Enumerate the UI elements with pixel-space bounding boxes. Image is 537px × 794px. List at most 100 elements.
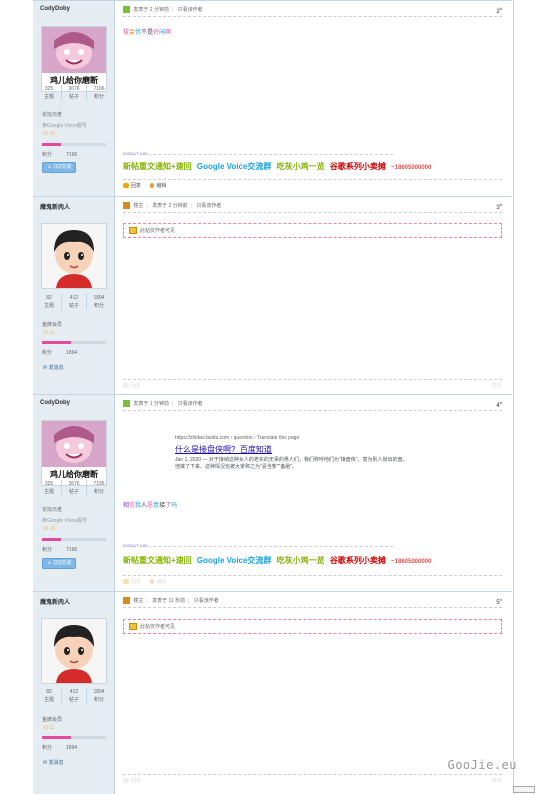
report-link[interactable]: 举报 bbox=[492, 380, 502, 393]
user-group[interactable]: 论坛元老 bbox=[42, 111, 62, 118]
report-link[interactable]: 举报 bbox=[492, 775, 502, 788]
avatar[interactable]: 鸡儿给你磨断 bbox=[41, 26, 107, 92]
stat-credits[interactable]: 7196 积分 bbox=[87, 480, 111, 496]
username-link[interactable]: CodyDoby bbox=[40, 400, 70, 406]
stat-credits[interactable]: 1894 积分 bbox=[87, 688, 111, 704]
stat-threads[interactable]: 82 主题 bbox=[37, 294, 62, 310]
signature-link[interactable]: 吃灰小鸡一览 bbox=[277, 162, 325, 171]
post-floor-5: 魔鬼新肉人 82 主题 412 帖子 1894 积分 金牌会员 ☺♨ 积分 1894 ✉… bbox=[33, 591, 512, 794]
stat-posts[interactable]: 3676 帖子 bbox=[62, 480, 87, 496]
signature-divider: 2022/1/7 0:00 bbox=[123, 151, 393, 156]
search-result-url[interactable]: https://zhidao.baidu.com › question › Tr… bbox=[175, 435, 410, 441]
stat-posts[interactable]: 3676 帖子 bbox=[62, 85, 87, 101]
signature-phone: ~18605000000 bbox=[391, 165, 432, 171]
post-actions: 回复 编辑 bbox=[123, 179, 502, 193]
post-actions: 回复 举报 bbox=[123, 379, 502, 393]
edit-button[interactable]: 编辑 bbox=[150, 183, 166, 189]
stat-credits[interactable]: 7196 积分 bbox=[87, 85, 111, 101]
stat-posts[interactable]: 412 帖子 bbox=[62, 294, 87, 310]
signature-links: 新帖重文通知+速回 Google Voice交流群 吃灰小鸡一览 谷歌系列小卖摊… bbox=[123, 161, 434, 172]
medal-icon: ☺♨ bbox=[42, 329, 56, 336]
medal-icon: ☺☺ bbox=[42, 130, 57, 137]
user-stats: 325 主题 3676 帖子 7196 积分 bbox=[37, 85, 111, 101]
reply-button[interactable]: 回复 bbox=[123, 383, 141, 389]
credit-progress-bar bbox=[42, 736, 106, 739]
stat-credits[interactable]: 1894 积分 bbox=[87, 294, 111, 310]
reply-button[interactable]: 回复 bbox=[123, 778, 141, 784]
post-floor-2: CodyDoby 鸡儿给你磨断 325 主题 3676 帖子 7196 积分 论坛元老… bbox=[33, 0, 512, 197]
signature-link[interactable]: Google Voice交流群 bbox=[197, 162, 272, 171]
user-sidebar: CodyDoby 鸡儿给你磨断 325 主题 3676 帖子 7196 积分 论坛元老… bbox=[33, 395, 115, 592]
edit-icon bbox=[150, 579, 155, 585]
signature-divider: 2022/1/7 0:00 bbox=[123, 543, 393, 548]
user-sidebar: 魔鬼新肉人 82 主题 412 帖子 1894 积分 金牌会员 ☺♨ 积分 1894 ✉… bbox=[33, 197, 115, 395]
host-icon bbox=[123, 202, 130, 210]
qq-chat-button[interactable]: ☺ QQ交谈 bbox=[42, 162, 77, 173]
reply-button[interactable]: 回复 bbox=[123, 579, 141, 585]
only-author-link[interactable]: 只看该作者 bbox=[178, 401, 203, 407]
post-time: 发表于 1 分钟前 bbox=[133, 401, 169, 407]
floor-number[interactable]: 2# bbox=[496, 6, 502, 15]
user-custom-title: 卖Google Voice靓号 bbox=[42, 123, 87, 129]
host-label: 楼主 bbox=[133, 203, 144, 209]
send-message-link[interactable]: ✉ 发消息 bbox=[43, 759, 64, 766]
stat-posts[interactable]: 412 帖子 bbox=[62, 688, 87, 704]
signature-link[interactable]: 谷歌系列小卖摊 bbox=[330, 556, 386, 565]
only-author-link[interactable]: 只看该作者 bbox=[194, 598, 219, 604]
only-author-link[interactable]: 只看该作者 bbox=[178, 7, 203, 13]
stat-threads[interactable]: 325 主题 bbox=[37, 480, 62, 496]
post-content-area: 发表于 1 分钟前 | 只看该作者 4# https://zhidao.baidu… bbox=[115, 395, 512, 592]
user-stats: 325 主题 3676 帖子 7196 积分 bbox=[37, 480, 111, 496]
signature-phone: ~18605000000 bbox=[391, 559, 432, 565]
reply-icon bbox=[123, 183, 129, 189]
avatar[interactable] bbox=[41, 618, 107, 684]
user-group[interactable]: 金牌会员 bbox=[42, 716, 62, 723]
send-message-link[interactable]: ✉ 发消息 bbox=[43, 364, 64, 371]
post-body: 拔会伏不是好闲啊 bbox=[123, 30, 172, 36]
post-meta: 发表于 1 分钟前 | 只看该作者 4# bbox=[123, 400, 502, 411]
user-stats: 82 主题 412 帖子 1894 积分 bbox=[37, 688, 111, 704]
floor-number[interactable]: 5# bbox=[496, 597, 502, 606]
credit-row: 积分 7196 bbox=[42, 547, 78, 553]
edit-button[interactable]: 编辑 bbox=[150, 579, 166, 585]
search-result-snippet: Jan 1, 2020 — 对于接纳这种女人的老实的无辜的男人们，我们称呼他们为… bbox=[175, 457, 408, 470]
post-actions: 回复 举报 bbox=[123, 774, 502, 788]
credit-row: 积分 1894 bbox=[42, 745, 78, 751]
credit-progress-bar bbox=[42, 143, 106, 146]
edit-icon bbox=[150, 183, 155, 189]
avatar[interactable]: 鸡儿给你磨断 bbox=[41, 420, 107, 486]
signature-link[interactable]: 吃灰小鸡一览 bbox=[277, 556, 325, 565]
avatar-caption: 鸡儿给你磨断 bbox=[50, 470, 98, 479]
signature-link[interactable]: 新帖重文通知+速回 bbox=[123, 162, 192, 171]
scroll-corner[interactable] bbox=[513, 786, 535, 793]
reply-icon bbox=[123, 579, 129, 585]
post-time: 发表于 11 秒前 bbox=[152, 598, 186, 604]
signature-link[interactable]: Google Voice交流群 bbox=[197, 556, 272, 565]
user-custom-title: 卖Google Voice靓号 bbox=[42, 518, 87, 524]
user-group[interactable]: 论坛元老 bbox=[42, 506, 62, 513]
user-stats: 82 主题 412 帖子 1894 积分 bbox=[37, 294, 111, 310]
post-meta: 发表于 2 分钟前 | 只看该作者 2# bbox=[123, 6, 502, 17]
signature-links: 新帖重文通知+速回 Google Voice交流群 吃灰小鸡一览 谷歌系列小卖摊… bbox=[123, 555, 434, 566]
username-link[interactable]: CodyDoby bbox=[40, 6, 70, 12]
signature-link[interactable]: 谷歌系列小卖摊 bbox=[330, 162, 386, 171]
floor-number[interactable]: 3# bbox=[496, 202, 502, 211]
host-icon bbox=[123, 597, 130, 605]
post-content-area: 发表于 2 分钟前 | 只看该作者 2# 拔会伏不是好闲啊 2022/1/7 0:… bbox=[115, 1, 512, 197]
reply-button[interactable]: 回复 bbox=[123, 183, 141, 189]
stat-threads[interactable]: 82 主题 bbox=[37, 688, 62, 704]
lock-icon bbox=[129, 227, 137, 235]
floor-number[interactable]: 4# bbox=[496, 400, 502, 409]
user-sidebar: 魔鬼新肉人 82 主题 412 帖子 1894 积分 金牌会员 ☺♨ 积分 1894 ✉… bbox=[33, 592, 115, 794]
username-link[interactable]: 魔鬼新肉人 bbox=[40, 597, 70, 606]
stat-threads[interactable]: 325 主题 bbox=[37, 85, 62, 101]
reply-icon bbox=[123, 778, 129, 784]
qq-chat-button[interactable]: ☺ QQ交谈 bbox=[42, 558, 77, 569]
search-result-title[interactable]: 什么是接盘侠啊?_百度知道 bbox=[175, 444, 410, 455]
username-link[interactable]: 魔鬼新肉人 bbox=[40, 202, 70, 211]
post-meta: 楼主 | 发表于 2 分钟前 | 只看该作者 3# bbox=[123, 202, 502, 213]
only-author-link[interactable]: 只看该作者 bbox=[196, 203, 221, 209]
user-group[interactable]: 金牌会员 bbox=[42, 321, 62, 328]
avatar[interactable] bbox=[41, 223, 107, 289]
signature-link[interactable]: 新帖重文通知+速回 bbox=[123, 556, 192, 565]
